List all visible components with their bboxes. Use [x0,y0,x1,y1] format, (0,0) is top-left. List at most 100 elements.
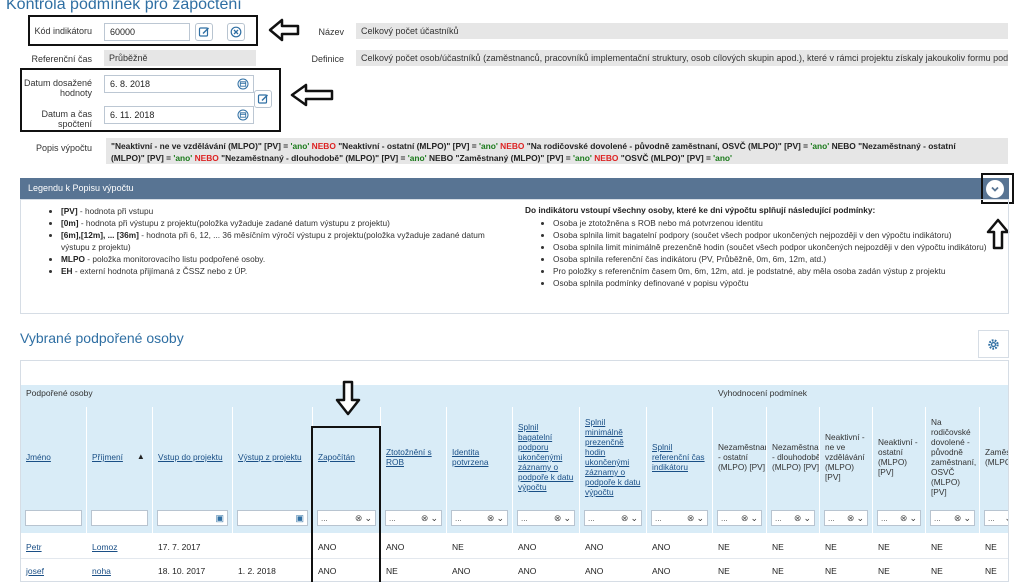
legend-right-item: Osoba splnila referenční čas indikátoru … [553,253,993,265]
clear-kod-button[interactable] [227,23,245,41]
calendar-dosazene-button[interactable] [234,75,252,93]
legend-left-list: [PV] - hodnota při vstupu[0m] - hodnota … [47,205,506,277]
legend-left-item: EH - externí hodnota přijímaná z ČSSZ ne… [61,265,506,277]
chevron-down-icon[interactable]: ⌄ [856,513,864,524]
filter-cell: ... ⊗ ⌄ [447,507,513,533]
calendar-icon[interactable]: ▣ [295,513,304,524]
legend-right-item: Osoba je ztotožněna s ROB nebo má potvrz… [553,217,993,229]
column-header-2[interactable]: Příjmení ▲ [87,407,153,507]
table-cell: ANO [513,559,580,581]
column-header-8[interactable]: Splnil bagatelní podporu ukončenými zázn… [513,407,580,507]
filter-date-input[interactable]: ▣ [237,510,308,526]
column-header-9[interactable]: Splnil minimálně prezenčně hodin ukončen… [580,407,647,507]
chevron-down-icon[interactable]: ⌄ [496,513,504,524]
filter-select[interactable]: ... ⊗ ⌄ [930,510,975,526]
clear-circle-icon[interactable]: ⊗ [487,513,495,524]
filter-select[interactable]: ... ⊗ ⌄ [517,510,575,526]
last-name-link[interactable]: Lomoz [87,535,153,559]
filter-text-input[interactable] [91,510,148,526]
legend-right-item: Osoba splnila limit minimálně prezenčně … [553,241,993,253]
column-header-11: Nezaměstnaný - ostatní (MLPO) [PV] [713,407,767,507]
definice-value: Celkový počet osob/účastníků (zaměstnanc… [356,50,1008,66]
edit-date-button[interactable] [254,90,272,108]
column-header-14: Neaktivní - ostatní (MLPO) [PV] [873,407,926,507]
filter-select[interactable]: ... ⊗ ⌄ [584,510,642,526]
settings-button[interactable] [978,330,1009,358]
legend-toggle-button[interactable] [986,180,1004,198]
clear-circle-icon[interactable]: ⊗ [741,513,749,524]
calendar-icon [237,109,249,121]
clear-circle-icon[interactable]: ⊗ [847,513,855,524]
filter-cell: ... ⊗ ⌄ [580,507,647,533]
first-name-link[interactable]: josef [21,559,87,581]
chevron-down-icon[interactable]: ⌄ [630,513,638,524]
chevron-down-icon[interactable]: ⌄ [430,513,438,524]
edit-kod-button[interactable] [195,23,213,41]
chevron-down-icon[interactable]: ⌄ [909,513,917,524]
clear-circle-icon[interactable]: ⊗ [794,513,802,524]
filter-text-input[interactable] [25,510,82,526]
filter-select[interactable]: ... ⊗ ⌄ [771,510,815,526]
table-cell: 18. 10. 2017 [153,559,233,581]
table-cell [233,535,313,559]
column-header-7[interactable]: Identita potvrzena [447,407,513,507]
clear-circle-icon[interactable]: ⊗ [621,513,629,524]
filter-cell: ... ⊗ ⌄ [513,507,580,533]
filter-cell: ... ⊗ ⌄ [381,507,447,533]
filter-select[interactable]: ... ⊗ ⌄ [877,510,921,526]
legend-left-item: [6m],[12m], ... [36m] - hodnota při 6, 1… [61,229,506,253]
filter-select[interactable]: ... ⊗ ⌄ [385,510,442,526]
table-cell: ANO [647,559,713,581]
datum-spocteni-input[interactable]: 6. 11. 2018 [104,106,254,124]
filter-select[interactable]: ...⌄ [984,510,1008,526]
popis-vypoctu-value: "Neaktivní - ne ve vzdělávání (MLPO)" [P… [106,138,1008,164]
legend-header[interactable]: Legendu k Popisu výpočtu [20,178,1009,199]
table-cell: NE [447,535,513,559]
filter-select[interactable]: ... ⊗ ⌄ [651,510,708,526]
chevron-down-icon[interactable]: ⌄ [963,513,971,524]
sort-asc-icon: ▲ [136,452,145,461]
clear-circle-icon[interactable]: ⊗ [687,513,695,524]
column-header-4[interactable]: Výstup z projektu [233,407,313,507]
last-name-link[interactable]: noha [87,559,153,581]
referencni-cas-label: Referenční čas [31,54,92,64]
table-cell: NE [926,535,980,559]
filter-select[interactable]: ... ⊗ ⌄ [824,510,868,526]
column-header-10[interactable]: Splnil referenční čas indikátoru [647,407,713,507]
clear-circle-icon[interactable]: ⊗ [900,513,908,524]
filter-date-input[interactable]: ▣ [157,510,228,526]
definice-label: Definice [311,54,344,64]
section-title: Vybrané podpořené osoby [20,330,184,346]
arrow-left-icon [268,18,300,42]
table-cell: 17. 7. 2017 [153,535,233,559]
table-cell: ANO [580,535,647,559]
datum-dosazene-input[interactable]: 6. 8. 2018 [104,75,254,93]
chevron-down-icon[interactable]: ⌄ [750,513,758,524]
kod-indikatoru-input[interactable]: 60000 [104,23,190,41]
chevron-down-icon[interactable]: ⌄ [563,513,571,524]
column-header-3[interactable]: Vstup do projektu [153,407,233,507]
legend-title: Legendu k Popisu výpočtu [28,183,134,193]
datum-dosazene-label: Datum dosažené hodnoty [23,78,92,98]
column-header-6[interactable]: Ztotožnění s ROB [381,407,447,507]
nazev-label: Název [318,27,344,37]
clear-circle-icon[interactable]: ⊗ [554,513,562,524]
column-header-1[interactable]: Jméno [21,407,87,507]
filter-select[interactable]: ... ⊗ ⌄ [717,510,762,526]
close-circle-icon [230,26,242,38]
filter-cell: ... ⊗ ⌄ [820,507,873,533]
gear-icon [988,338,999,350]
chevron-down-icon[interactable]: ⌄ [696,513,704,524]
first-name-link[interactable]: Petr [21,535,87,559]
chevron-down-icon[interactable]: ⌄ [1004,513,1008,524]
clear-circle-icon[interactable]: ⊗ [421,513,429,524]
calendar-icon [237,78,249,90]
column-header-15: Na rodičovské dovolené - původně zaměstn… [926,407,980,507]
filter-select[interactable]: ... ⊗ ⌄ [451,510,508,526]
calendar-icon[interactable]: ▣ [215,513,224,524]
table-cell: ANO [513,535,580,559]
calendar-spocteni-button[interactable] [234,106,252,124]
clear-circle-icon[interactable]: ⊗ [954,513,962,524]
table-cell: 1. 2. 2018 [233,559,313,581]
chevron-down-icon[interactable]: ⌄ [803,513,811,524]
